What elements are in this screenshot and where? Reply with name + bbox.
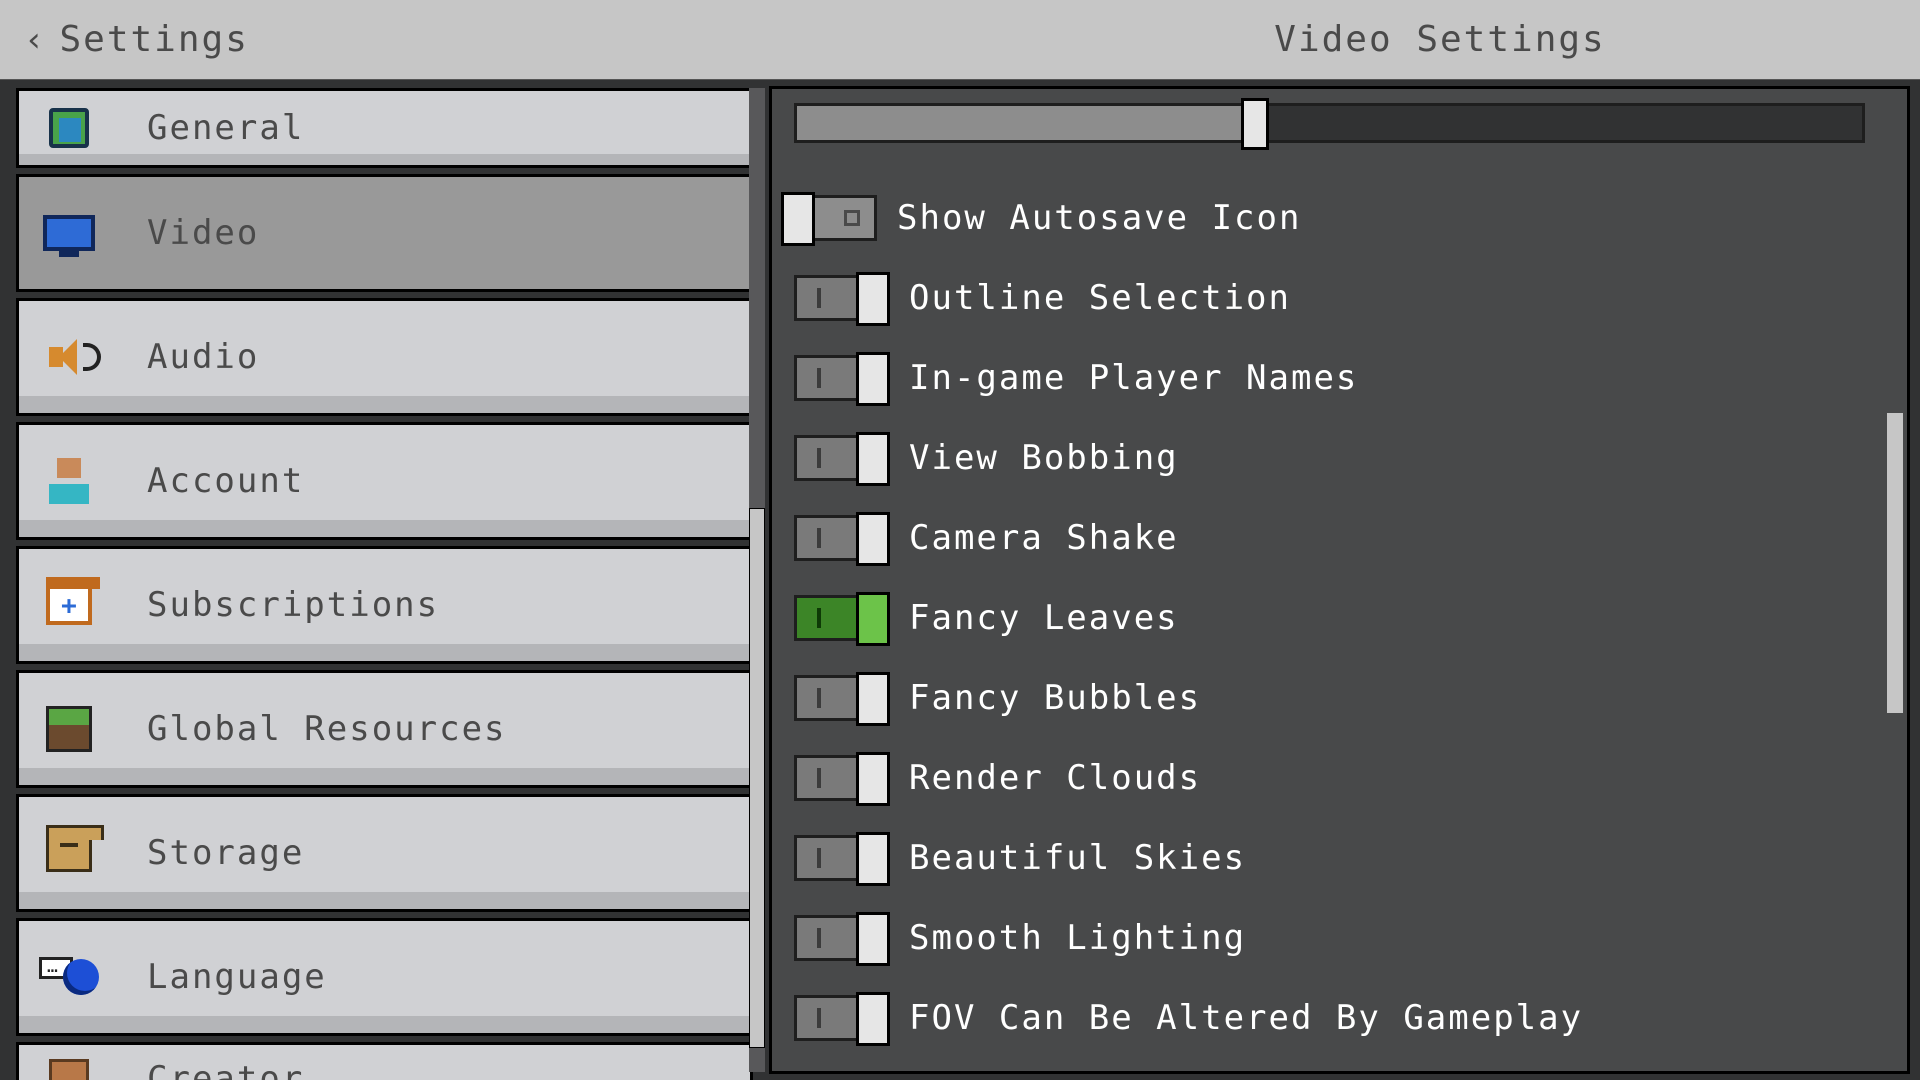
back-button[interactable]: ‹ Settings: [0, 0, 273, 79]
account-icon: [39, 451, 99, 511]
sidebar-item-label: Language: [147, 957, 327, 997]
language-icon: [39, 947, 99, 1007]
setting-row: Beautiful Skies: [794, 827, 1865, 889]
header-title: Settings: [59, 19, 248, 60]
creator-icon: [39, 1049, 99, 1080]
sidebar-item-label: Creator: [147, 1059, 304, 1080]
setting-row: View Bobbing: [794, 427, 1865, 489]
setting-label: Smooth Lighting: [909, 918, 1246, 958]
header: ‹ Settings Video Settings: [0, 0, 1920, 80]
brightness-slider[interactable]: [794, 103, 1865, 143]
setting-label: Render Clouds: [909, 758, 1201, 798]
section-label-ui-profile: UI Profile: [794, 1067, 1865, 1074]
main-scrollbar[interactable]: [1887, 103, 1903, 1057]
sidebar-item-general[interactable]: General: [16, 88, 753, 168]
sidebar-item-label: Video: [147, 213, 259, 253]
setting-row: Smooth Lighting: [794, 907, 1865, 969]
sidebar-item-video[interactable]: Video: [16, 174, 753, 292]
chevron-left-icon: ‹: [24, 23, 44, 57]
setting-row: Fancy Bubbles: [794, 667, 1865, 729]
setting-label: View Bobbing: [909, 438, 1179, 478]
setting-row: Camera Shake: [794, 507, 1865, 569]
toggle-beautiful-skies[interactable]: [794, 835, 889, 881]
sidebar-item-audio[interactable]: Audio: [16, 298, 753, 416]
calendar-plus-icon: [39, 575, 99, 635]
sidebar-item-label: Account: [147, 461, 304, 501]
setting-label: FOV Can Be Altered By Gameplay: [909, 998, 1583, 1038]
slider-fill: [797, 106, 1255, 140]
toggle-outline-selection[interactable]: [794, 275, 889, 321]
toggle-ingame-player-names[interactable]: [794, 355, 889, 401]
setting-row: Render Clouds: [794, 747, 1865, 809]
speaker-icon: [39, 327, 99, 387]
toggle-fov-gameplay[interactable]: [794, 995, 889, 1041]
sidebar: General Video Audio Account Subscription…: [0, 80, 765, 1080]
header-subtitle: Video Settings: [960, 19, 1920, 60]
toggle-camera-shake[interactable]: [794, 515, 889, 561]
globe-icon: [39, 98, 99, 158]
sidebar-item-label: Storage: [147, 833, 304, 873]
setting-row: Fancy Leaves: [794, 587, 1865, 649]
sidebar-scrollbar-thumb[interactable]: [749, 508, 765, 1048]
setting-label: Beautiful Skies: [909, 838, 1246, 878]
setting-row: In-game Player Names: [794, 347, 1865, 409]
setting-row: Show Autosave Icon: [782, 187, 1865, 249]
sidebar-item-language[interactable]: Language: [16, 918, 753, 1036]
setting-label: Fancy Leaves: [909, 598, 1179, 638]
toggle-show-autosave-icon[interactable]: [782, 195, 877, 241]
toggle-smooth-lighting[interactable]: [794, 915, 889, 961]
setting-label: In-game Player Names: [909, 358, 1358, 398]
toggle-render-clouds[interactable]: [794, 755, 889, 801]
main-scrollbar-thumb[interactable]: [1887, 413, 1903, 713]
setting-label: Show Autosave Icon: [897, 198, 1301, 238]
toggle-fancy-leaves[interactable]: [794, 595, 889, 641]
sidebar-item-subscriptions[interactable]: Subscriptions: [16, 546, 753, 664]
setting-label: Camera Shake: [909, 518, 1179, 558]
toggle-view-bobbing[interactable]: [794, 435, 889, 481]
sidebar-item-global-resources[interactable]: Global Resources: [16, 670, 753, 788]
storage-icon: [39, 823, 99, 883]
setting-label: Fancy Bubbles: [909, 678, 1201, 718]
toggle-fancy-bubbles[interactable]: [794, 675, 889, 721]
sidebar-item-label: Audio: [147, 337, 259, 377]
sidebar-item-creator[interactable]: Creator: [16, 1042, 753, 1080]
main-panel: Show Autosave Icon Outline Selection In-…: [769, 86, 1910, 1074]
setting-label: Outline Selection: [909, 278, 1291, 318]
sidebar-item-label: Subscriptions: [147, 585, 439, 625]
monitor-icon: [39, 203, 99, 263]
sidebar-item-label: General: [147, 108, 304, 148]
grass-block-icon: [39, 699, 99, 759]
sidebar-scrollbar[interactable]: [749, 88, 765, 1072]
sidebar-item-account[interactable]: Account: [16, 422, 753, 540]
setting-row: Outline Selection: [794, 267, 1865, 329]
slider-thumb[interactable]: [1241, 98, 1269, 150]
sidebar-item-storage[interactable]: Storage: [16, 794, 753, 912]
sidebar-item-label: Global Resources: [147, 709, 507, 749]
setting-row: FOV Can Be Altered By Gameplay: [794, 987, 1865, 1049]
